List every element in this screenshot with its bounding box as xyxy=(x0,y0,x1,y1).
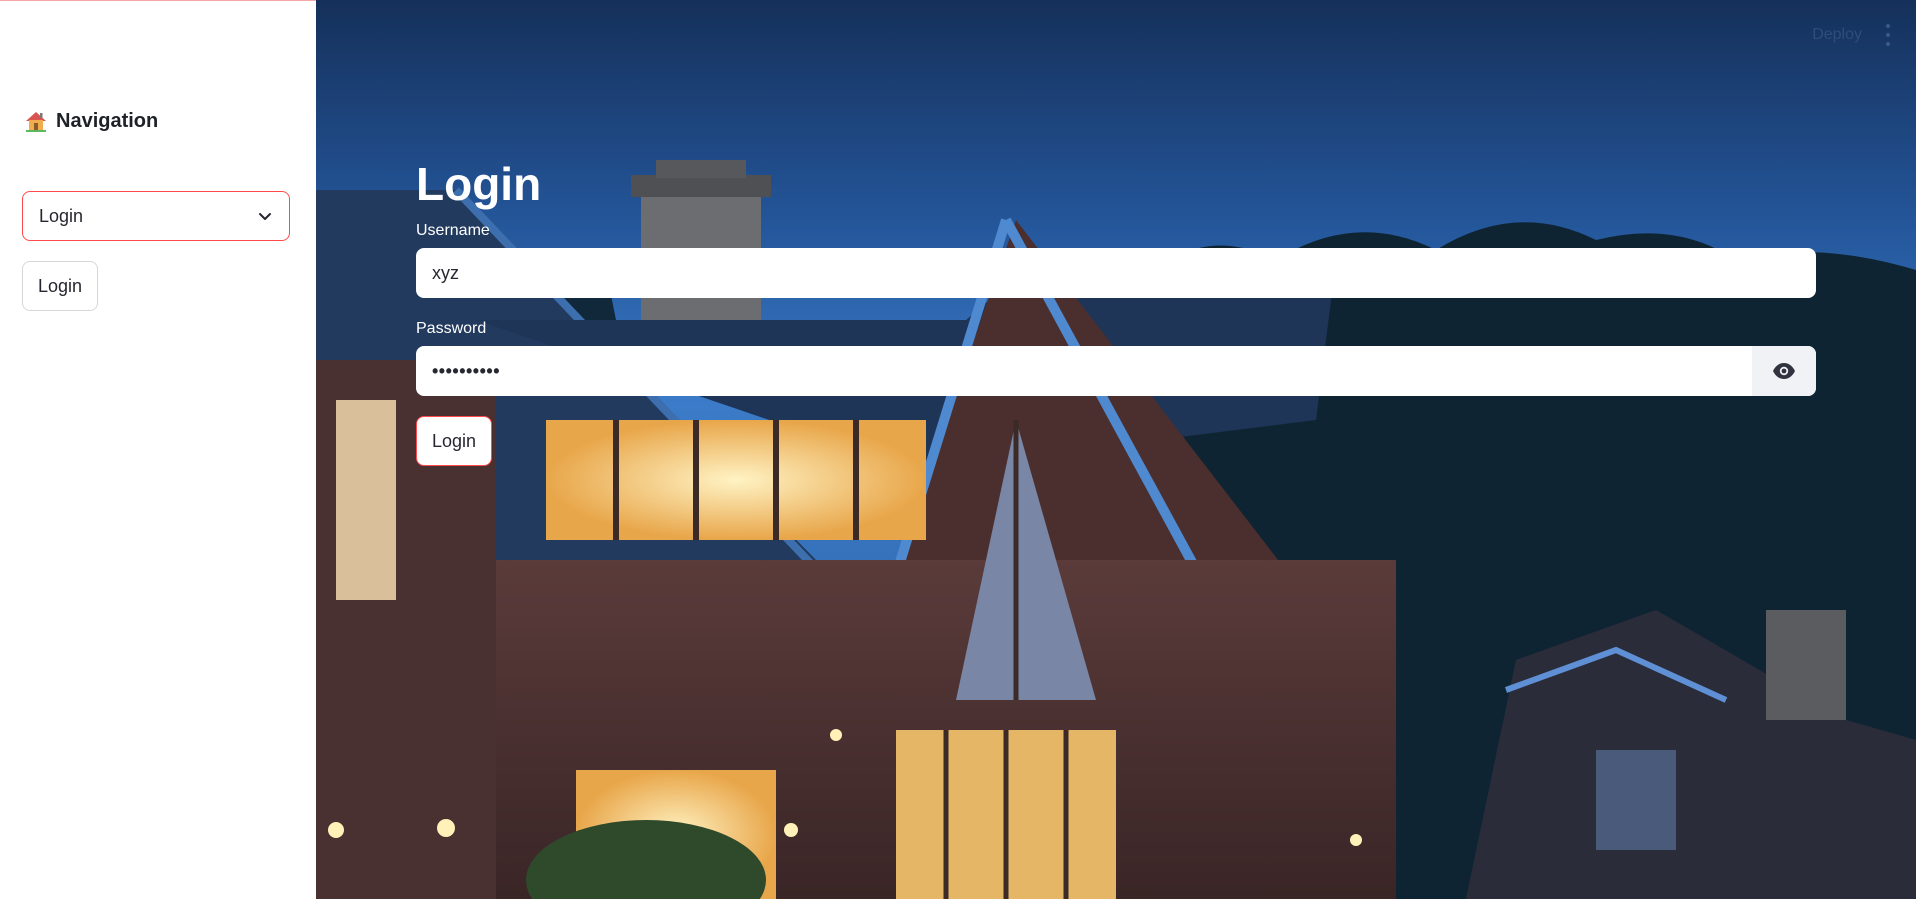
username-value: xyz xyxy=(432,262,459,283)
username-input[interactable]: xyz xyxy=(416,248,1816,298)
main-content: Deploy Login Username xyz Password •••••… xyxy=(316,0,1916,899)
page-title: Login xyxy=(416,158,542,210)
page-select[interactable]: Login xyxy=(22,191,290,241)
sidebar-header: Navigation xyxy=(24,109,158,133)
sidebar: Navigation Login Login xyxy=(0,0,316,899)
sidebar-title: Navigation xyxy=(56,109,159,132)
chevron-down-icon xyxy=(259,213,271,220)
kebab-menu-icon[interactable] xyxy=(1884,24,1892,46)
password-label: Password xyxy=(416,320,487,337)
login-submit-button[interactable]: Login xyxy=(416,416,493,466)
login-form: Login Username xyz Password •••••••••• L… xyxy=(416,156,1816,466)
show-password-toggle[interactable] xyxy=(1752,346,1816,396)
top-toolbar: Deploy xyxy=(1812,24,1892,46)
eye-icon xyxy=(1773,363,1795,379)
password-value: •••••••••• xyxy=(432,360,501,381)
page-select-value: Login xyxy=(39,205,84,226)
username-label: Username xyxy=(416,222,490,239)
house-icon xyxy=(26,112,46,132)
app-root: Navigation Login Login Deploy Login User… xyxy=(0,0,1916,899)
deploy-button[interactable]: Deploy xyxy=(1812,26,1862,44)
sidebar-login-button[interactable]: Login xyxy=(22,261,99,311)
password-input[interactable]: •••••••••• xyxy=(416,346,1816,396)
